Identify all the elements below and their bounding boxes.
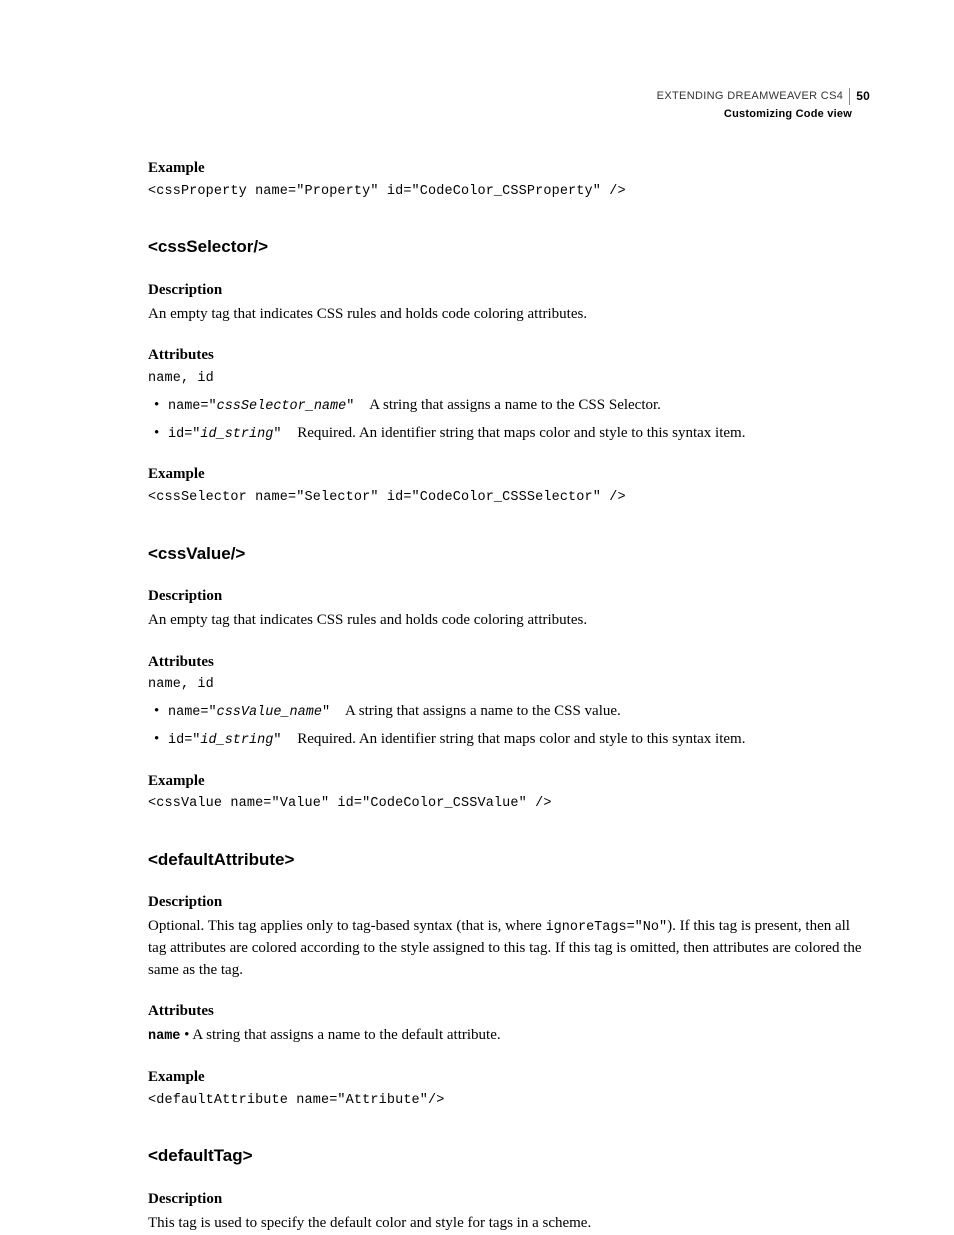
attr-desc: A string that assigns a name to the CSS … <box>369 397 661 413</box>
list-item: name="cssSelector_name" A string that as… <box>148 395 870 417</box>
example-code: <cssValue name="Value" id="CodeColor_CSS… <box>148 794 870 814</box>
attr-name: name <box>148 1029 180 1044</box>
attr-code: id="id_string" <box>168 733 281 748</box>
page-number: 50 <box>849 88 870 105</box>
attr-code: id="id_string" <box>168 427 281 442</box>
description-text: An empty tag that indicates CSS rules an… <box>148 610 870 632</box>
list-item: id="id_string" Required. An identifier s… <box>148 423 870 445</box>
section-heading-cssvalue: <cssValue/> <box>148 542 870 567</box>
attr-desc: A string that assigns a name to the defa… <box>192 1027 500 1043</box>
description-text: An empty tag that indicates CSS rules an… <box>148 304 870 326</box>
page-header: EXTENDING DREAMWEAVER CS4 50 Customizing… <box>657 88 870 123</box>
description-label: Description <box>148 892 870 914</box>
header-section-title: Customizing Code view <box>657 107 870 123</box>
attributes-label: Attributes <box>148 345 870 367</box>
section-heading-cssselector: <cssSelector/> <box>148 235 870 260</box>
attr-code: name="cssValue_name" <box>168 705 330 720</box>
list-item: id="id_string" Required. An identifier s… <box>148 729 870 751</box>
description-label: Description <box>148 586 870 608</box>
attributes-line: name • A string that assigns a name to t… <box>148 1025 870 1047</box>
content: Example <cssProperty name="Property" id=… <box>148 158 870 1234</box>
doc-title: EXTENDING DREAMWEAVER CS4 <box>657 89 850 105</box>
attributes-bullets: name="cssSelector_name" A string that as… <box>148 395 870 445</box>
attributes-label: Attributes <box>148 652 870 674</box>
attr-code: name="cssSelector_name" <box>168 399 354 414</box>
list-item: name="cssValue_name" A string that assig… <box>148 701 870 723</box>
description-text: This tag is used to specify the default … <box>148 1213 870 1235</box>
attributes-list: name, id <box>148 675 870 695</box>
example-code: <defaultAttribute name="Attribute"/> <box>148 1091 870 1111</box>
example-label: Example <box>148 771 870 793</box>
attr-desc: Required. An identifier string that maps… <box>297 731 745 747</box>
attributes-bullets: name="cssValue_name" A string that assig… <box>148 701 870 751</box>
section-heading-defaulttag: <defaultTag> <box>148 1144 870 1169</box>
header-line-1: EXTENDING DREAMWEAVER CS4 50 <box>657 88 870 105</box>
attributes-label: Attributes <box>148 1001 870 1023</box>
example-label: Example <box>148 464 870 486</box>
attr-desc: Required. An identifier string that maps… <box>297 425 745 441</box>
example-label: Example <box>148 158 870 180</box>
inline-code: ignoreTags="No" <box>546 920 668 935</box>
example-code: <cssSelector name="Selector" id="CodeCol… <box>148 488 870 508</box>
attributes-list: name, id <box>148 369 870 389</box>
example-code: <cssProperty name="Property" id="CodeCol… <box>148 182 870 202</box>
example-label: Example <box>148 1067 870 1089</box>
description-label: Description <box>148 1189 870 1211</box>
section-heading-defaultattribute: <defaultAttribute> <box>148 848 870 873</box>
attr-desc: A string that assigns a name to the CSS … <box>345 703 621 719</box>
page: EXTENDING DREAMWEAVER CS4 50 Customizing… <box>0 0 954 1235</box>
description-label: Description <box>148 280 870 302</box>
description-text: Optional. This tag applies only to tag-b… <box>148 916 870 981</box>
